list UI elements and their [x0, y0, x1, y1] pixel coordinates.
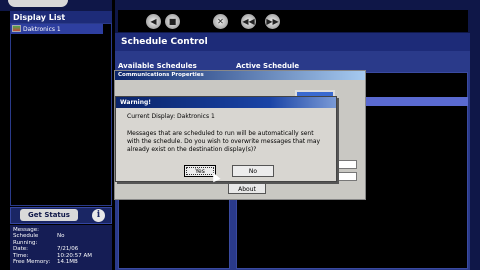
status-value: 14.1MB: [57, 259, 78, 266]
comm-field[interactable]: [335, 160, 357, 169]
page-title: Schedule Control: [115, 33, 470, 51]
communications-dialog-title: Communications Properties: [115, 71, 365, 80]
get-status-button[interactable]: Get Status: [20, 209, 78, 221]
display-list-title: Display List: [10, 11, 112, 23]
status-key: Free Memory:: [13, 259, 51, 266]
status-value: No: [57, 233, 65, 240]
comm-field[interactable]: [335, 172, 357, 181]
active-schedule-label: Active Schedule: [236, 62, 300, 70]
display-icon: [12, 25, 21, 32]
status-row-schedule-running: Schedule Running: No: [13, 233, 109, 246]
display-list-panel: [10, 23, 112, 206]
no-button[interactable]: No: [232, 165, 274, 177]
available-schedules-label: Available Schedules: [118, 62, 197, 70]
stop-icon[interactable]: ■: [165, 14, 180, 29]
back-icon[interactable]: ◀: [146, 14, 161, 29]
display-list-item[interactable]: Daktronics 1: [11, 24, 103, 34]
rewind-icon[interactable]: ◀◀: [241, 14, 256, 29]
app-logo: [8, 0, 68, 7]
info-icon[interactable]: i: [92, 209, 105, 222]
status-row-free-memory: Free Memory: 14.1MB: [13, 259, 109, 265]
about-button[interactable]: About: [228, 183, 266, 194]
close-icon[interactable]: ✕: [213, 14, 228, 29]
right-frame: [470, 33, 480, 270]
warning-current-display: Current Display: Daktronics 1: [127, 113, 215, 120]
status-key: Schedule Running:: [13, 233, 39, 246]
status-info-panel: Message: Schedule Running: No Date: 7/21…: [10, 225, 112, 270]
warning-dialog-title: Warning!: [116, 97, 336, 108]
forward-icon[interactable]: ▶▶: [265, 14, 280, 29]
warning-message: Messages that are scheduled to run will …: [127, 130, 321, 153]
